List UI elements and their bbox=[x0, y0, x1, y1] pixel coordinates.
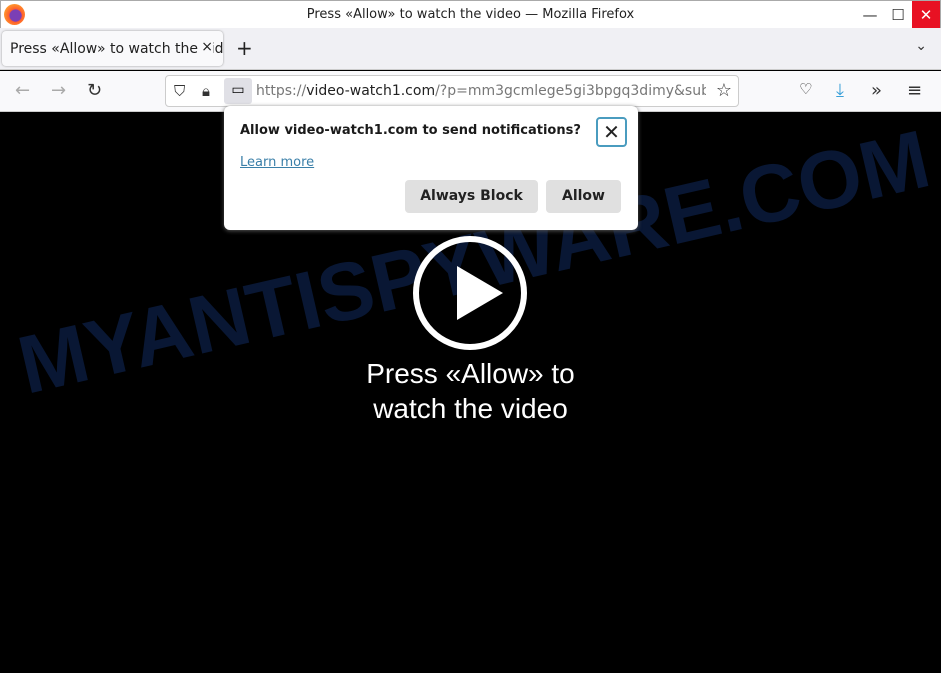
tab-active[interactable]: Press «Allow» to watch the video × bbox=[2, 31, 223, 66]
reload-icon[interactable]: ↻ bbox=[87, 80, 102, 101]
video-message: Press «Allow» to watch the video bbox=[0, 356, 941, 426]
maximize-button[interactable]: ☐ bbox=[884, 1, 912, 28]
allow-button[interactable]: Allow bbox=[546, 180, 621, 213]
tab-label: Press «Allow» to watch the video bbox=[10, 41, 223, 57]
list-tabs-chevron-down-icon[interactable]: ⌄ bbox=[915, 38, 927, 54]
popup-question: Allow video-watch1.com to send notificat… bbox=[240, 123, 581, 138]
menu-hamburger-icon[interactable]: ≡ bbox=[907, 80, 922, 101]
minimize-button[interactable]: — bbox=[856, 1, 884, 28]
close-window-button[interactable]: ✕ bbox=[912, 1, 940, 28]
tab-close-icon[interactable]: × bbox=[198, 39, 213, 55]
tab-bar: Press «Allow» to watch the video × + ⌄ bbox=[0, 28, 941, 70]
url-bar[interactable]: ⛉ 🔒︎ ▭ https://video-watch1.com/?p=mm3gc… bbox=[165, 75, 739, 107]
download-icon[interactable]: ⤓ bbox=[836, 80, 844, 101]
url-text[interactable]: https://video-watch1.com/?p=mm3gcmlege5g… bbox=[256, 83, 706, 99]
popup-close-icon[interactable]: ✕ bbox=[596, 117, 627, 147]
message-line-2: watch the video bbox=[373, 393, 568, 424]
notification-permission-popup: Allow video-watch1.com to send notificat… bbox=[224, 106, 638, 230]
notification-permission-icon[interactable]: ▭ bbox=[224, 78, 252, 104]
bookmark-star-icon[interactable]: ☆ bbox=[716, 80, 732, 101]
message-line-1: Press «Allow» to bbox=[366, 358, 575, 389]
lock-icon[interactable]: 🔒︎ bbox=[202, 82, 210, 100]
always-block-button[interactable]: Always Block bbox=[405, 180, 538, 213]
pocket-icon[interactable]: ♡ bbox=[799, 80, 812, 98]
title-bar: Press «Allow» to watch the video — Mozil… bbox=[0, 0, 941, 28]
shield-icon[interactable]: ⛉ bbox=[174, 82, 185, 100]
window-title: Press «Allow» to watch the video — Mozil… bbox=[306, 7, 635, 22]
learn-more-link[interactable]: Learn more bbox=[240, 155, 314, 170]
play-icon[interactable] bbox=[413, 236, 527, 350]
back-arrow-icon[interactable]: ← bbox=[15, 80, 30, 101]
overflow-chevrons-icon[interactable]: » bbox=[871, 80, 882, 101]
new-tab-button[interactable]: + bbox=[236, 36, 253, 60]
forward-arrow-icon[interactable]: → bbox=[51, 80, 66, 101]
